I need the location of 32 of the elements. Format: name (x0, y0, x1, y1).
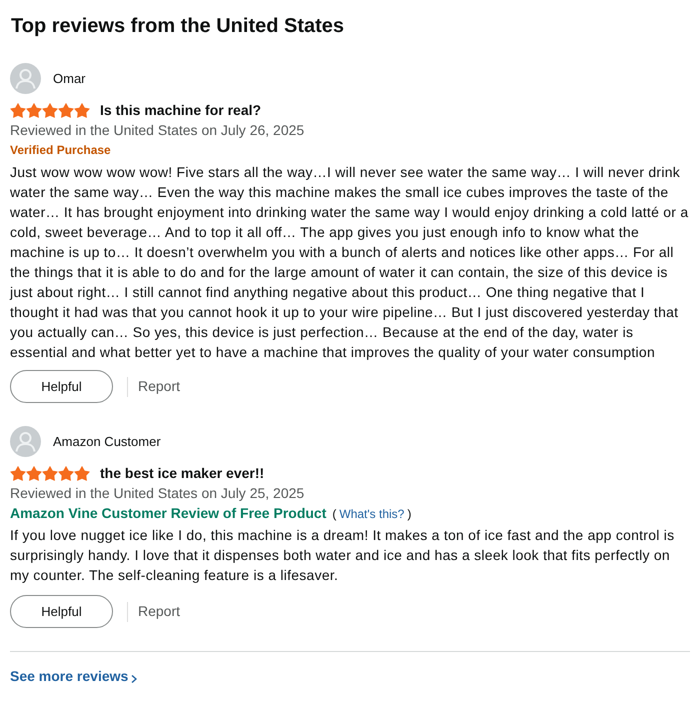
helpful-button[interactable]: Helpful (10, 370, 113, 403)
star-icon (42, 466, 58, 480)
review-date: Reviewed in the United States on July 25, 2025 (10, 484, 306, 503)
star-icon (10, 466, 26, 480)
verified-purchase-label: Verified Purchase (10, 142, 112, 159)
report-link[interactable]: Report (138, 376, 180, 397)
vine-review-label: Amazon Vine Customer Review of Free Product (10, 504, 326, 523)
star-icon (42, 102, 58, 118)
star-icon (74, 102, 90, 118)
whats-this-link[interactable]: What's this? (339, 505, 404, 523)
star-icon (74, 466, 90, 480)
star-icon (58, 466, 74, 480)
avatar-icon (10, 63, 41, 94)
helpful-button[interactable]: Helpful (10, 595, 113, 628)
avatar-icon (10, 426, 41, 457)
chevron-right-icon (131, 674, 138, 682)
report-link[interactable]: Report (138, 601, 180, 622)
review-title: the best ice maker ever!! (100, 464, 264, 483)
review-date: Reviewed in the United States on July 26, 2025 (10, 121, 306, 140)
star-icon (10, 102, 26, 118)
section-heading: Top reviews from the United States (11, 14, 346, 38)
reviewer-name: Amazon Customer (53, 432, 161, 451)
star-icon (26, 466, 42, 480)
parenthesis: ( (332, 506, 336, 523)
review-text: If you love nugget ice like I do, this machine is a dream! It makes a ton of ice fast and the app control is surprisingly handy. I love that it dispenses both water and ice and has a sleek look that fits perfectly on my counter. The self-cleaning feature is a lifesaver. (10, 526, 676, 585)
review-text: Just wow wow wow wow! Five stars all the way…I will never see water the same way… I will never drink water the same way… Even the way this machine makes the small ice cubes improves the taste of the water… It has brought enjoyment into drinking water the same way I would enjoy drinking a cold latté or a cold, sweet beverage… And to top it all off… The app gives you just enough info to know what the machine is up to… It doesn’t overwhelm you with a bunch of alerts and notices like other apps… For all the things that it is able to do and for the large amount of water it can contain, the size of this device is just about right… I still cannot find anything negative about this product… One thing negative that I thought it had was that you cannot hook it up to your wire pipeline… But I just discovered yesterday that you actually can… So yes, this device is just perfection… Because at the end of the day, water is essential and what better yet to have a machine that improves the quality of your water consumption (10, 163, 690, 362)
see-more-reviews-link[interactable]: See more reviews (10, 666, 128, 687)
reviewer-name: Omar (53, 70, 86, 88)
star-icon (58, 102, 74, 118)
review-title: Is this machine for real? (100, 101, 262, 120)
star-icon (26, 102, 42, 118)
parenthesis: ) (407, 506, 412, 523)
